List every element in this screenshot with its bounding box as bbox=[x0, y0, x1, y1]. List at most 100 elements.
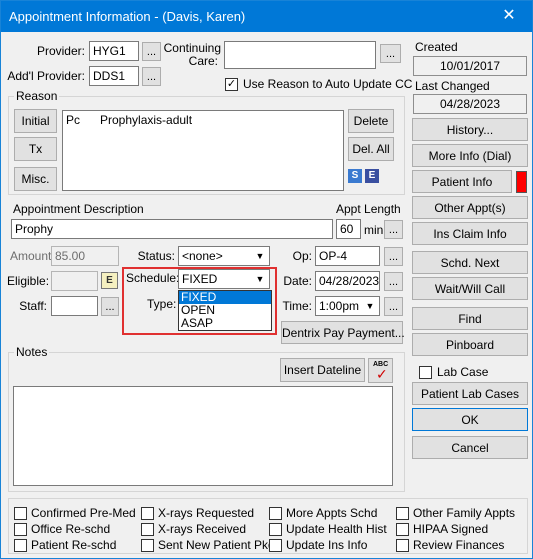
time-select[interactable]: 1:00pm ▼ bbox=[315, 296, 380, 316]
pinboard-button[interactable]: Pinboard bbox=[412, 333, 528, 356]
amount-field: 85.00 bbox=[51, 246, 119, 266]
status-select[interactable]: <none> ▼ bbox=[178, 246, 270, 266]
office-re-schd-checkbox[interactable] bbox=[14, 523, 27, 536]
addl-provider-field[interactable]: DDS1 bbox=[89, 66, 139, 86]
reason-misc-button[interactable]: Misc. bbox=[14, 167, 57, 191]
last-changed-label: Last Changed bbox=[415, 79, 490, 93]
eligible-field bbox=[51, 271, 98, 291]
patient-lab-cases-button[interactable]: Patient Lab Cases bbox=[412, 382, 528, 405]
eligibility-e-button[interactable]: E bbox=[101, 272, 118, 289]
date-label: Date: bbox=[283, 274, 312, 288]
continuing-care-field[interactable] bbox=[224, 41, 376, 69]
other-family-appts-label: Other Family Appts bbox=[413, 506, 516, 520]
insert-dateline-button[interactable]: Insert Dateline bbox=[280, 358, 365, 382]
reason-delete-all-button[interactable]: Del. All bbox=[348, 137, 394, 161]
chevron-down-icon[interactable]: ▼ bbox=[362, 298, 378, 314]
window-title: Appointment Information - (Davis, Karen) bbox=[9, 9, 246, 24]
continuing-care-lookup-button[interactable]: ... bbox=[380, 44, 401, 63]
continuing-care-label-1: Continuing bbox=[163, 41, 221, 55]
eligible-label: Eligible: bbox=[7, 274, 50, 288]
use-reason-checkbox[interactable]: ✓ bbox=[225, 78, 238, 91]
addl-provider-label: Add'l Provider: bbox=[7, 69, 85, 83]
status-value: <none> bbox=[182, 249, 223, 263]
appt-description-field[interactable]: Prophy bbox=[11, 219, 333, 239]
x-rays-requested-checkbox[interactable] bbox=[141, 507, 154, 520]
op-field[interactable]: OP-4 bbox=[315, 246, 380, 266]
provider-lookup-button[interactable]: ... bbox=[142, 42, 161, 61]
chevron-down-icon[interactable]: ▼ bbox=[252, 248, 268, 264]
time-value: 1:00pm bbox=[319, 299, 360, 313]
s-icon[interactable]: S bbox=[348, 169, 362, 183]
sent-new-patient-pkg-checkbox[interactable] bbox=[141, 539, 154, 552]
more-info-dial-button[interactable]: More Info (Dial) bbox=[412, 144, 528, 167]
other-appts-button[interactable]: Other Appt(s) bbox=[412, 196, 528, 219]
time-lookup-button[interactable]: ... bbox=[384, 297, 403, 316]
patient-info-button[interactable]: Patient Info bbox=[412, 170, 512, 193]
reason-tx-button[interactable]: Tx bbox=[14, 137, 57, 161]
reason-delete-button[interactable]: Delete bbox=[348, 109, 394, 133]
schedule-label: Schedule: bbox=[126, 271, 180, 285]
ins-claim-info-button[interactable]: Ins Claim Info bbox=[412, 222, 528, 245]
time-label: Time: bbox=[282, 299, 312, 313]
confirmed-pre-med-label: Confirmed Pre-Med bbox=[31, 506, 136, 520]
addl-provider-lookup-button[interactable]: ... bbox=[142, 67, 161, 86]
use-reason-label: Use Reason to Auto Update CC bbox=[243, 77, 413, 91]
schedule-option-asap[interactable]: ASAP bbox=[179, 317, 271, 330]
op-lookup-button[interactable]: ... bbox=[384, 247, 403, 266]
e-icon[interactable]: E bbox=[365, 169, 379, 183]
reason-group-label: Reason bbox=[14, 89, 60, 103]
schedule-dropdown-list[interactable]: FIXED OPEN ASAP bbox=[178, 290, 272, 331]
close-icon[interactable]: ✕ bbox=[486, 1, 532, 32]
type-label: Type: bbox=[147, 297, 177, 311]
spell-check-button[interactable]: ABC ✓ bbox=[368, 358, 393, 383]
last-changed-value: 04/28/2023 bbox=[413, 94, 527, 114]
x-rays-received-label: X-rays Received bbox=[158, 522, 247, 536]
staff-field[interactable] bbox=[51, 296, 98, 316]
appt-length-unit: min bbox=[364, 223, 384, 237]
appt-length-label: Appt Length bbox=[336, 202, 401, 216]
reason-code: Pc bbox=[66, 113, 81, 127]
review-finances-label: Review Finances bbox=[413, 538, 505, 552]
appt-description-label: Appointment Description bbox=[13, 202, 144, 216]
x-rays-received-checkbox[interactable] bbox=[141, 523, 154, 536]
staff-label: Staff: bbox=[19, 299, 47, 313]
notes-textarea[interactable] bbox=[13, 386, 393, 486]
schedule-select[interactable]: FIXED ▼ bbox=[178, 269, 270, 289]
reason-description: Prophylaxis-adult bbox=[100, 113, 193, 127]
update-health-hist-checkbox[interactable] bbox=[269, 523, 282, 536]
provider-field[interactable]: HYG1 bbox=[89, 41, 139, 61]
ok-button[interactable]: OK bbox=[412, 408, 528, 431]
hipaa-signed-checkbox[interactable] bbox=[396, 523, 409, 536]
reason-initial-button[interactable]: Initial bbox=[14, 109, 57, 133]
dentrix-pay-payment-button[interactable]: Dentrix Pay Payment... bbox=[281, 321, 405, 344]
date-field[interactable]: 04/28/2023 bbox=[315, 271, 380, 291]
x-rays-requested-label: X-rays Requested bbox=[158, 506, 255, 520]
appt-length-field[interactable]: 60 bbox=[336, 219, 361, 239]
staff-lookup-button[interactable]: ... bbox=[101, 297, 119, 316]
office-re-schd-label: Office Re-schd bbox=[31, 522, 111, 536]
more-appts-schd-checkbox[interactable] bbox=[269, 507, 282, 520]
patient-re-schd-label: Patient Re-schd bbox=[31, 538, 117, 552]
confirmed-pre-med-checkbox[interactable] bbox=[14, 507, 27, 520]
appt-length-button[interactable]: ... bbox=[384, 220, 403, 239]
chevron-down-icon[interactable]: ▼ bbox=[252, 271, 268, 287]
patient-re-schd-checkbox[interactable] bbox=[14, 539, 27, 552]
date-lookup-button[interactable]: ... bbox=[384, 272, 403, 291]
reason-list[interactable]: Pc Prophylaxis-adult bbox=[62, 110, 344, 191]
more-appts-schd-label: More Appts Schd bbox=[286, 506, 378, 520]
cancel-button[interactable]: Cancel bbox=[412, 436, 528, 459]
patient-info-alert-flag bbox=[516, 171, 527, 193]
lab-case-checkbox[interactable] bbox=[419, 366, 432, 379]
check-icon: ✓ bbox=[226, 78, 237, 90]
schd-next-button[interactable]: Schd. Next bbox=[412, 251, 528, 274]
history-button[interactable]: History... bbox=[412, 118, 528, 141]
update-ins-info-checkbox[interactable] bbox=[269, 539, 282, 552]
find-button[interactable]: Find bbox=[412, 307, 528, 330]
appointment-information-window: Appointment Information - (Davis, Karen)… bbox=[0, 0, 533, 559]
checkmark-icon: ✓ bbox=[376, 366, 388, 382]
continuing-care-label-2: Care: bbox=[188, 54, 218, 68]
wait-will-call-button[interactable]: Wait/Will Call bbox=[412, 277, 528, 300]
schedule-value: FIXED bbox=[182, 272, 218, 286]
other-family-appts-checkbox[interactable] bbox=[396, 507, 409, 520]
review-finances-checkbox[interactable] bbox=[396, 539, 409, 552]
